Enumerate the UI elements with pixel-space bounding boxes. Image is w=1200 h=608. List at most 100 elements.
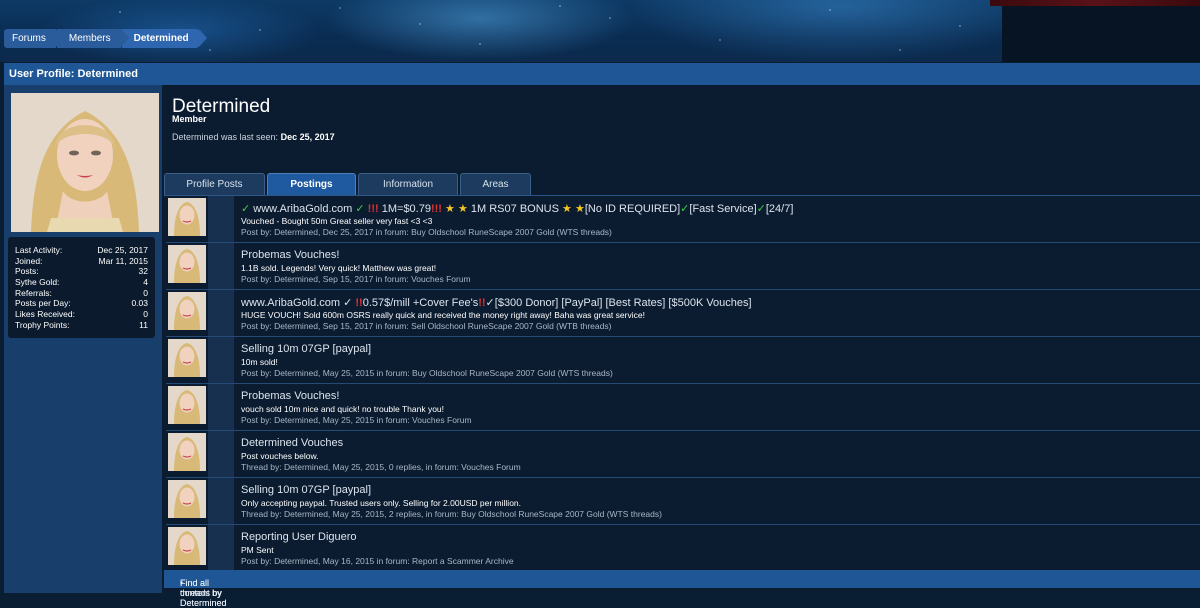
post-avatar[interactable] bbox=[168, 292, 206, 330]
breadcrumb-members[interactable]: Members bbox=[56, 29, 129, 48]
tab-label: Areas bbox=[482, 179, 509, 190]
tab-areas[interactable]: Areas bbox=[460, 173, 531, 195]
stat-posts: Posts: 32 bbox=[15, 266, 148, 276]
avatar-thumbnail bbox=[168, 527, 206, 565]
exclamation-icon: !! bbox=[478, 297, 486, 309]
avatar-thumbnail bbox=[168, 433, 206, 471]
star-icon: ★ bbox=[562, 203, 572, 215]
post-title-link[interactable]: www.AribaGold.com ✓ !!0.57$/mill +Cover … bbox=[241, 296, 752, 309]
post-gutter bbox=[208, 478, 234, 524]
stat-value: 4 bbox=[143, 277, 148, 287]
post-title-text: 1M RS07 BONUS bbox=[470, 203, 559, 215]
post-meta: Post by: Determined, May 25, 2015 in for… bbox=[241, 368, 613, 378]
tab-information[interactable]: Information bbox=[358, 173, 458, 195]
check-icon: ✓ bbox=[756, 203, 766, 215]
post-meta: Post by: Determined, May 25, 2015 in for… bbox=[241, 415, 472, 425]
post-gutter bbox=[208, 290, 234, 336]
post-snippet: HUGE VOUCH! Sold 600m OSRS really quick … bbox=[241, 310, 645, 320]
post-title-text: www.AribaGold.com ✓ bbox=[241, 297, 353, 309]
post-gutter bbox=[208, 384, 234, 430]
post-title-link[interactable]: Probemas Vouches! bbox=[241, 390, 339, 402]
page-title-bar: User Profile: Determined bbox=[4, 63, 1200, 85]
stat-value: 0 bbox=[143, 288, 148, 298]
avatar-thumbnail bbox=[168, 245, 206, 283]
post-title-link[interactable]: Reporting User Diguero bbox=[241, 531, 357, 543]
post-title-text: [No ID REQUIRED] bbox=[584, 203, 681, 215]
tab-label: Profile Posts bbox=[186, 179, 243, 190]
stat-value[interactable]: 11 bbox=[139, 320, 148, 330]
stat-label: Trophy Points: bbox=[15, 320, 70, 330]
last-seen: Determined was last seen: Dec 25, 2017 bbox=[172, 132, 335, 142]
last-seen-value: Dec 25, 2017 bbox=[280, 132, 335, 142]
post-title-text: 0.57$/mill +Cover Fee's bbox=[362, 297, 479, 309]
post-avatar[interactable] bbox=[168, 480, 206, 518]
post-gutter bbox=[208, 196, 234, 242]
postings-footer: Find all content by Determined • Find al… bbox=[164, 570, 1200, 608]
post-avatar[interactable] bbox=[168, 433, 206, 471]
post-gutter bbox=[208, 243, 234, 289]
post-meta: Post by: Determined, Sep 15, 2017 in for… bbox=[241, 274, 471, 284]
post-snippet: vouch sold 10m nice and quick! no troubl… bbox=[241, 404, 445, 414]
post-gutter bbox=[208, 525, 234, 571]
post-title-link[interactable]: Selling 10m 07GP [paypal] bbox=[241, 484, 371, 496]
breadcrumb-determined[interactable]: Determined bbox=[121, 29, 207, 48]
profile-role: Member bbox=[172, 114, 207, 124]
breadcrumb-members-label: Members bbox=[68, 33, 111, 44]
stat-joined: Joined: Mar 11, 2015 bbox=[15, 256, 148, 266]
post-avatar[interactable] bbox=[168, 339, 206, 377]
avatar[interactable] bbox=[11, 93, 159, 232]
tab-profile-posts[interactable]: Profile Posts bbox=[164, 173, 265, 195]
post-avatar[interactable] bbox=[168, 245, 206, 283]
post-title-text: www.AribaGold.com bbox=[253, 203, 353, 215]
stat-value: Mar 11, 2015 bbox=[98, 256, 148, 266]
post-snippet: PM Sent bbox=[241, 545, 274, 555]
exclamation-icon: !! bbox=[355, 297, 363, 309]
avatar-thumbnail bbox=[168, 198, 206, 236]
breadcrumb: Forums Members Determined bbox=[4, 29, 207, 48]
check-icon: ✓ bbox=[355, 203, 365, 215]
post-title-text: ✓[$300 Donor] [PayPal] [Best Rates] [$50… bbox=[485, 297, 752, 309]
tab-postings[interactable]: Postings bbox=[267, 173, 356, 195]
list-item: Probemas Vouches! 1.1B sold. Legends! Ve… bbox=[166, 243, 1200, 290]
post-title-link[interactable]: Selling 10m 07GP [paypal] bbox=[241, 343, 371, 355]
breadcrumb-determined-label: Determined bbox=[133, 33, 189, 44]
breadcrumb-arrow-icon bbox=[120, 29, 129, 47]
stat-value: 0.03 bbox=[131, 298, 148, 308]
post-meta: Post by: Determined, Dec 25, 2017 in for… bbox=[241, 227, 612, 237]
list-item: ✓ www.AribaGold.com ✓ !!! 1M=$0.79!!! ★ … bbox=[166, 196, 1200, 243]
avatar-thumbnail bbox=[168, 480, 206, 518]
breadcrumb-arrow-icon bbox=[198, 29, 207, 47]
star-icon: ★ bbox=[445, 203, 455, 215]
breadcrumb-forums[interactable]: Forums bbox=[4, 29, 64, 48]
list-item: Selling 10m 07GP [paypal] Only accepting… bbox=[166, 478, 1200, 525]
post-title-text: [Fast Service] bbox=[689, 203, 757, 215]
check-icon: ✓ bbox=[241, 203, 251, 215]
post-avatar[interactable] bbox=[168, 386, 206, 424]
stat-referrals: Referrals: 0 bbox=[15, 288, 148, 298]
post-title-link[interactable]: Determined Vouches bbox=[241, 437, 343, 449]
stat-value[interactable]: 0 bbox=[143, 309, 148, 319]
stat-value[interactable]: 32 bbox=[139, 266, 148, 276]
star-icon: ★ bbox=[574, 203, 585, 215]
exclamation-icon: !!! bbox=[367, 203, 379, 215]
post-snippet: Vouched - Bought 50m Great seller very f… bbox=[241, 216, 433, 226]
breadcrumb-forums-label: Forums bbox=[12, 33, 46, 44]
post-title-link[interactable]: ✓ www.AribaGold.com ✓ !!! 1M=$0.79!!! ★ … bbox=[241, 202, 793, 215]
list-item: Reporting User Diguero PM Sent Post by: … bbox=[166, 525, 1200, 572]
post-avatar[interactable] bbox=[168, 527, 206, 565]
exclamation-icon: !!! bbox=[430, 203, 442, 215]
stat-label: Posts per Day: bbox=[15, 298, 71, 308]
post-snippet: Post vouches below. bbox=[241, 451, 319, 461]
tab-label: Postings bbox=[290, 179, 333, 190]
last-seen-label: Determined was last seen: bbox=[172, 132, 279, 142]
post-avatar[interactable] bbox=[168, 198, 206, 236]
post-meta: Thread by: Determined, May 25, 2015, 2 r… bbox=[241, 509, 662, 519]
breadcrumb-arrow-icon bbox=[55, 29, 64, 47]
find-all-threads-link[interactable]: Find all threads by Determined bbox=[180, 578, 227, 608]
avatar-thumbnail bbox=[168, 339, 206, 377]
post-title-link[interactable]: Probemas Vouches! bbox=[241, 249, 339, 261]
star-icon: ★ bbox=[457, 203, 468, 215]
stat-label: Last Activity: bbox=[15, 245, 63, 255]
user-stats-panel: Last Activity: Dec 25, 2017 Joined: Mar … bbox=[8, 237, 155, 338]
stat-label: Referrals: bbox=[15, 288, 52, 298]
